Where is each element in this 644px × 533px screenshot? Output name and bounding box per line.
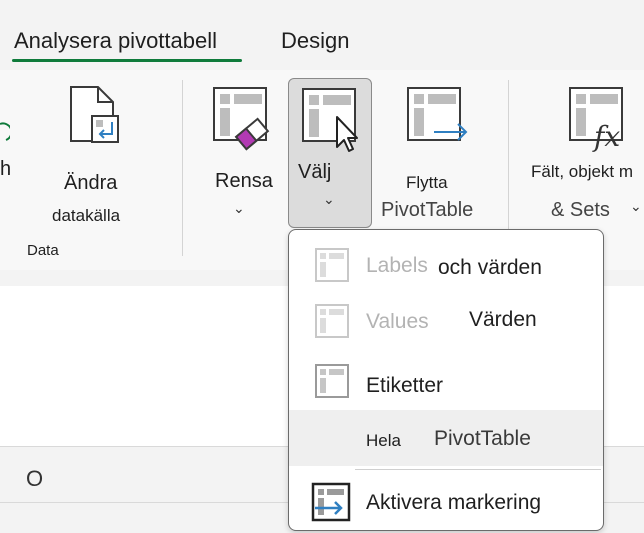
pivot-layout-icon (315, 364, 349, 398)
menu-item-values[interactable]: Values Värden (289, 294, 603, 348)
change-source-icon (70, 86, 119, 143)
change-data-source-button[interactable]: Ändra datakälla (50, 80, 140, 225)
select-button[interactable]: Välj ⌄ (288, 78, 372, 228)
fields-items-sets-button[interactable]: fx Fält, objekt m & Sets ⌄ (530, 80, 644, 221)
calculated-field-icon: fx (569, 87, 623, 152)
pivot-layout-icon (315, 304, 349, 338)
select-dropdown-menu: Labels och värden Values Värden Etikette… (288, 229, 604, 531)
clear-pivot-icon (213, 87, 270, 151)
menu-item-ghost-text: Values (366, 313, 429, 329)
refresh-label-partial[interactable]: h (0, 158, 11, 181)
tab-analysera-pivottabell[interactable]: Analysera pivottabell (14, 28, 217, 54)
active-tab-indicator (12, 59, 242, 62)
group-label-data: Data (27, 242, 59, 259)
menu-item-label-b: PivotTable (434, 427, 531, 450)
menu-item-enable-selection[interactable]: Aktivera markering (289, 476, 603, 528)
change-source-label-2: datakälla (52, 206, 121, 225)
move-label-2: PivotTable (381, 199, 474, 221)
move-label-1: Flytta (406, 173, 448, 192)
select-pivot-icon (302, 88, 358, 152)
menu-item-labels-and-values[interactable]: Labels och värden (289, 238, 603, 292)
tab-design[interactable]: Design (281, 28, 349, 54)
select-chevron-down-icon: ⌄ (323, 191, 335, 207)
menu-item-label: Värden (469, 308, 537, 331)
select-label: Välj (298, 161, 332, 183)
menu-separator (355, 469, 601, 470)
move-pivottable-button[interactable]: Flytta PivotTable (376, 80, 494, 221)
menu-item-label: och värden (438, 256, 542, 279)
fields-chevron-down-icon: ⌄ (630, 198, 642, 214)
ribbon-tab-bar: Analysera pivottabell Design (0, 0, 644, 70)
change-source-label-1: Ändra (64, 172, 118, 194)
fields-label-1: Fält, objekt m (531, 162, 634, 181)
fields-label-2: & Sets (551, 199, 610, 221)
menu-item-entire-pivottable[interactable]: Hela PivotTable (289, 410, 603, 466)
column-header-o[interactable]: O (26, 466, 43, 492)
menu-item-label: Etiketter (366, 374, 444, 397)
menu-item-ghost-text: Labels (366, 254, 428, 277)
pivot-layout-icon (315, 248, 349, 282)
menu-item-label-a: Hela (366, 431, 401, 450)
ribbon-separator (182, 80, 183, 256)
clear-button[interactable]: Rensa ⌄ (206, 80, 282, 216)
menu-item-labels[interactable]: Etiketter (289, 354, 603, 410)
svg-text:fx: fx (592, 120, 620, 152)
refresh-icon[interactable] (0, 118, 10, 148)
move-pivot-icon (407, 87, 468, 141)
menu-item-label: Aktivera markering (366, 491, 542, 514)
clear-label: Rensa (215, 170, 273, 192)
enable-selection-icon (311, 482, 351, 522)
clear-chevron-down-icon: ⌄ (233, 200, 245, 216)
